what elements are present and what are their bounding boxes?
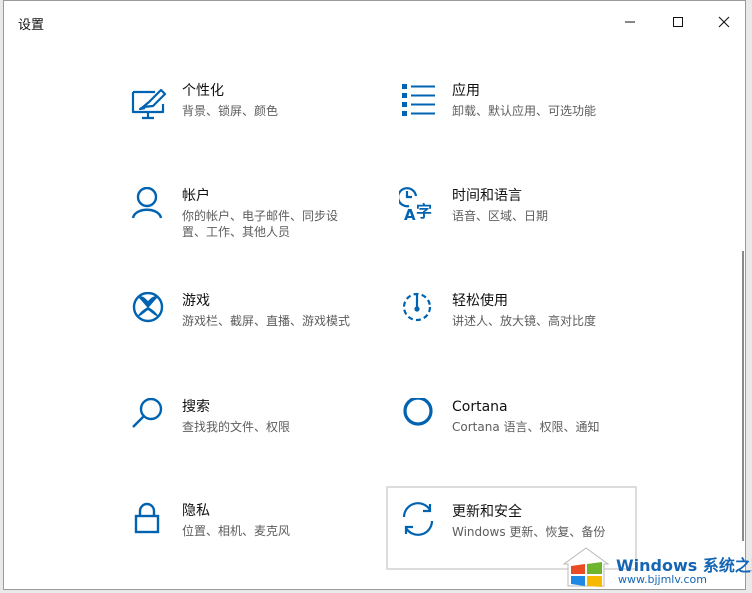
tile-label: 帐户 [182, 188, 210, 204]
windows-logo-icon [562, 547, 610, 587]
tile-description: 卸载、默认应用、可选功能 [452, 104, 597, 118]
tile-label: 搜索 [182, 399, 210, 415]
tile-label: 时间和语言 [452, 188, 522, 204]
close-button[interactable] [701, 1, 747, 43]
window-title: 设置 [18, 18, 45, 33]
apps-icon [402, 84, 435, 116]
minimize-button[interactable] [607, 1, 653, 43]
xbox-icon [132, 292, 164, 323]
title-bar: 设置 [4, 1, 745, 43]
svg-text:A: A [404, 206, 416, 224]
tile-label: 轻松使用 [452, 293, 508, 309]
sync-icon [402, 502, 434, 536]
tile-label: 应用 [452, 83, 480, 99]
tile-ease-of-access[interactable]: 轻松使用 讲述人、放大镜、高对比度 [399, 292, 649, 376]
tile-label: 更新和安全 [452, 504, 522, 520]
personalization-icon [131, 88, 167, 120]
maximize-button[interactable] [655, 1, 701, 43]
tile-description: 讲述人、放大镜、高对比度 [452, 314, 597, 328]
settings-window: 设置 个性化 背景、锁屏、颜色 应用 卸载、默认应用、可选功能 帐户 你的帐户、… [3, 0, 746, 590]
close-icon [718, 16, 730, 28]
lock-icon [134, 502, 160, 534]
search-icon [132, 398, 163, 428]
tile-description: 查找我的文件、权限 [182, 420, 291, 434]
tile-description: 游戏栏、截屏、直播、游戏模式 [182, 314, 351, 328]
tile-description: 背景、锁屏、颜色 [182, 104, 279, 118]
tile-description: 语音、区域、日期 [452, 209, 549, 223]
maximize-icon [673, 17, 683, 27]
minimize-icon [625, 21, 635, 23]
tile-apps[interactable]: 应用 卸载、默认应用、可选功能 [399, 82, 649, 166]
tile-privacy[interactable]: 隐私 位置、相机、麦克风 [129, 502, 379, 586]
ease-of-access-icon [402, 292, 432, 322]
svg-text:字: 字 [416, 202, 432, 221]
watermark: Windows 系统之家 www.bjjmlv.com [560, 542, 752, 593]
tile-accounts[interactable]: 帐户 你的帐户、电子邮件、同步设置、工作、其他人员 [129, 187, 379, 271]
tile-gaming[interactable]: 游戏 游戏栏、截屏、直播、游戏模式 [129, 292, 379, 376]
cortana-icon [403, 398, 433, 426]
tile-description: 你的帐户、电子邮件、同步设置、工作、其他人员 [182, 209, 339, 239]
tile-label: 游戏 [182, 293, 210, 309]
scrollbar[interactable] [742, 251, 744, 541]
tile-cortana[interactable]: Cortana Cortana 语言、权限、通知 [399, 398, 649, 482]
watermark-url: www.bjjmlv.com [618, 573, 707, 586]
tile-label: 个性化 [182, 83, 224, 99]
time-language-icon: A 字 [399, 187, 432, 224]
tile-personalization[interactable]: 个性化 背景、锁屏、颜色 [129, 82, 379, 166]
tile-label: Cortana [452, 399, 508, 415]
tile-description: Cortana 语言、权限、通知 [452, 420, 600, 434]
tile-time-language[interactable]: A 字 时间和语言 语音、区域、日期 [399, 187, 649, 271]
tile-label: 隐私 [182, 503, 210, 519]
tile-description: Windows 更新、恢复、备份 [452, 525, 606, 539]
tile-description: 位置、相机、麦克风 [182, 524, 291, 538]
tile-search[interactable]: 搜索 查找我的文件、权限 [129, 398, 379, 482]
accounts-icon [131, 187, 163, 219]
